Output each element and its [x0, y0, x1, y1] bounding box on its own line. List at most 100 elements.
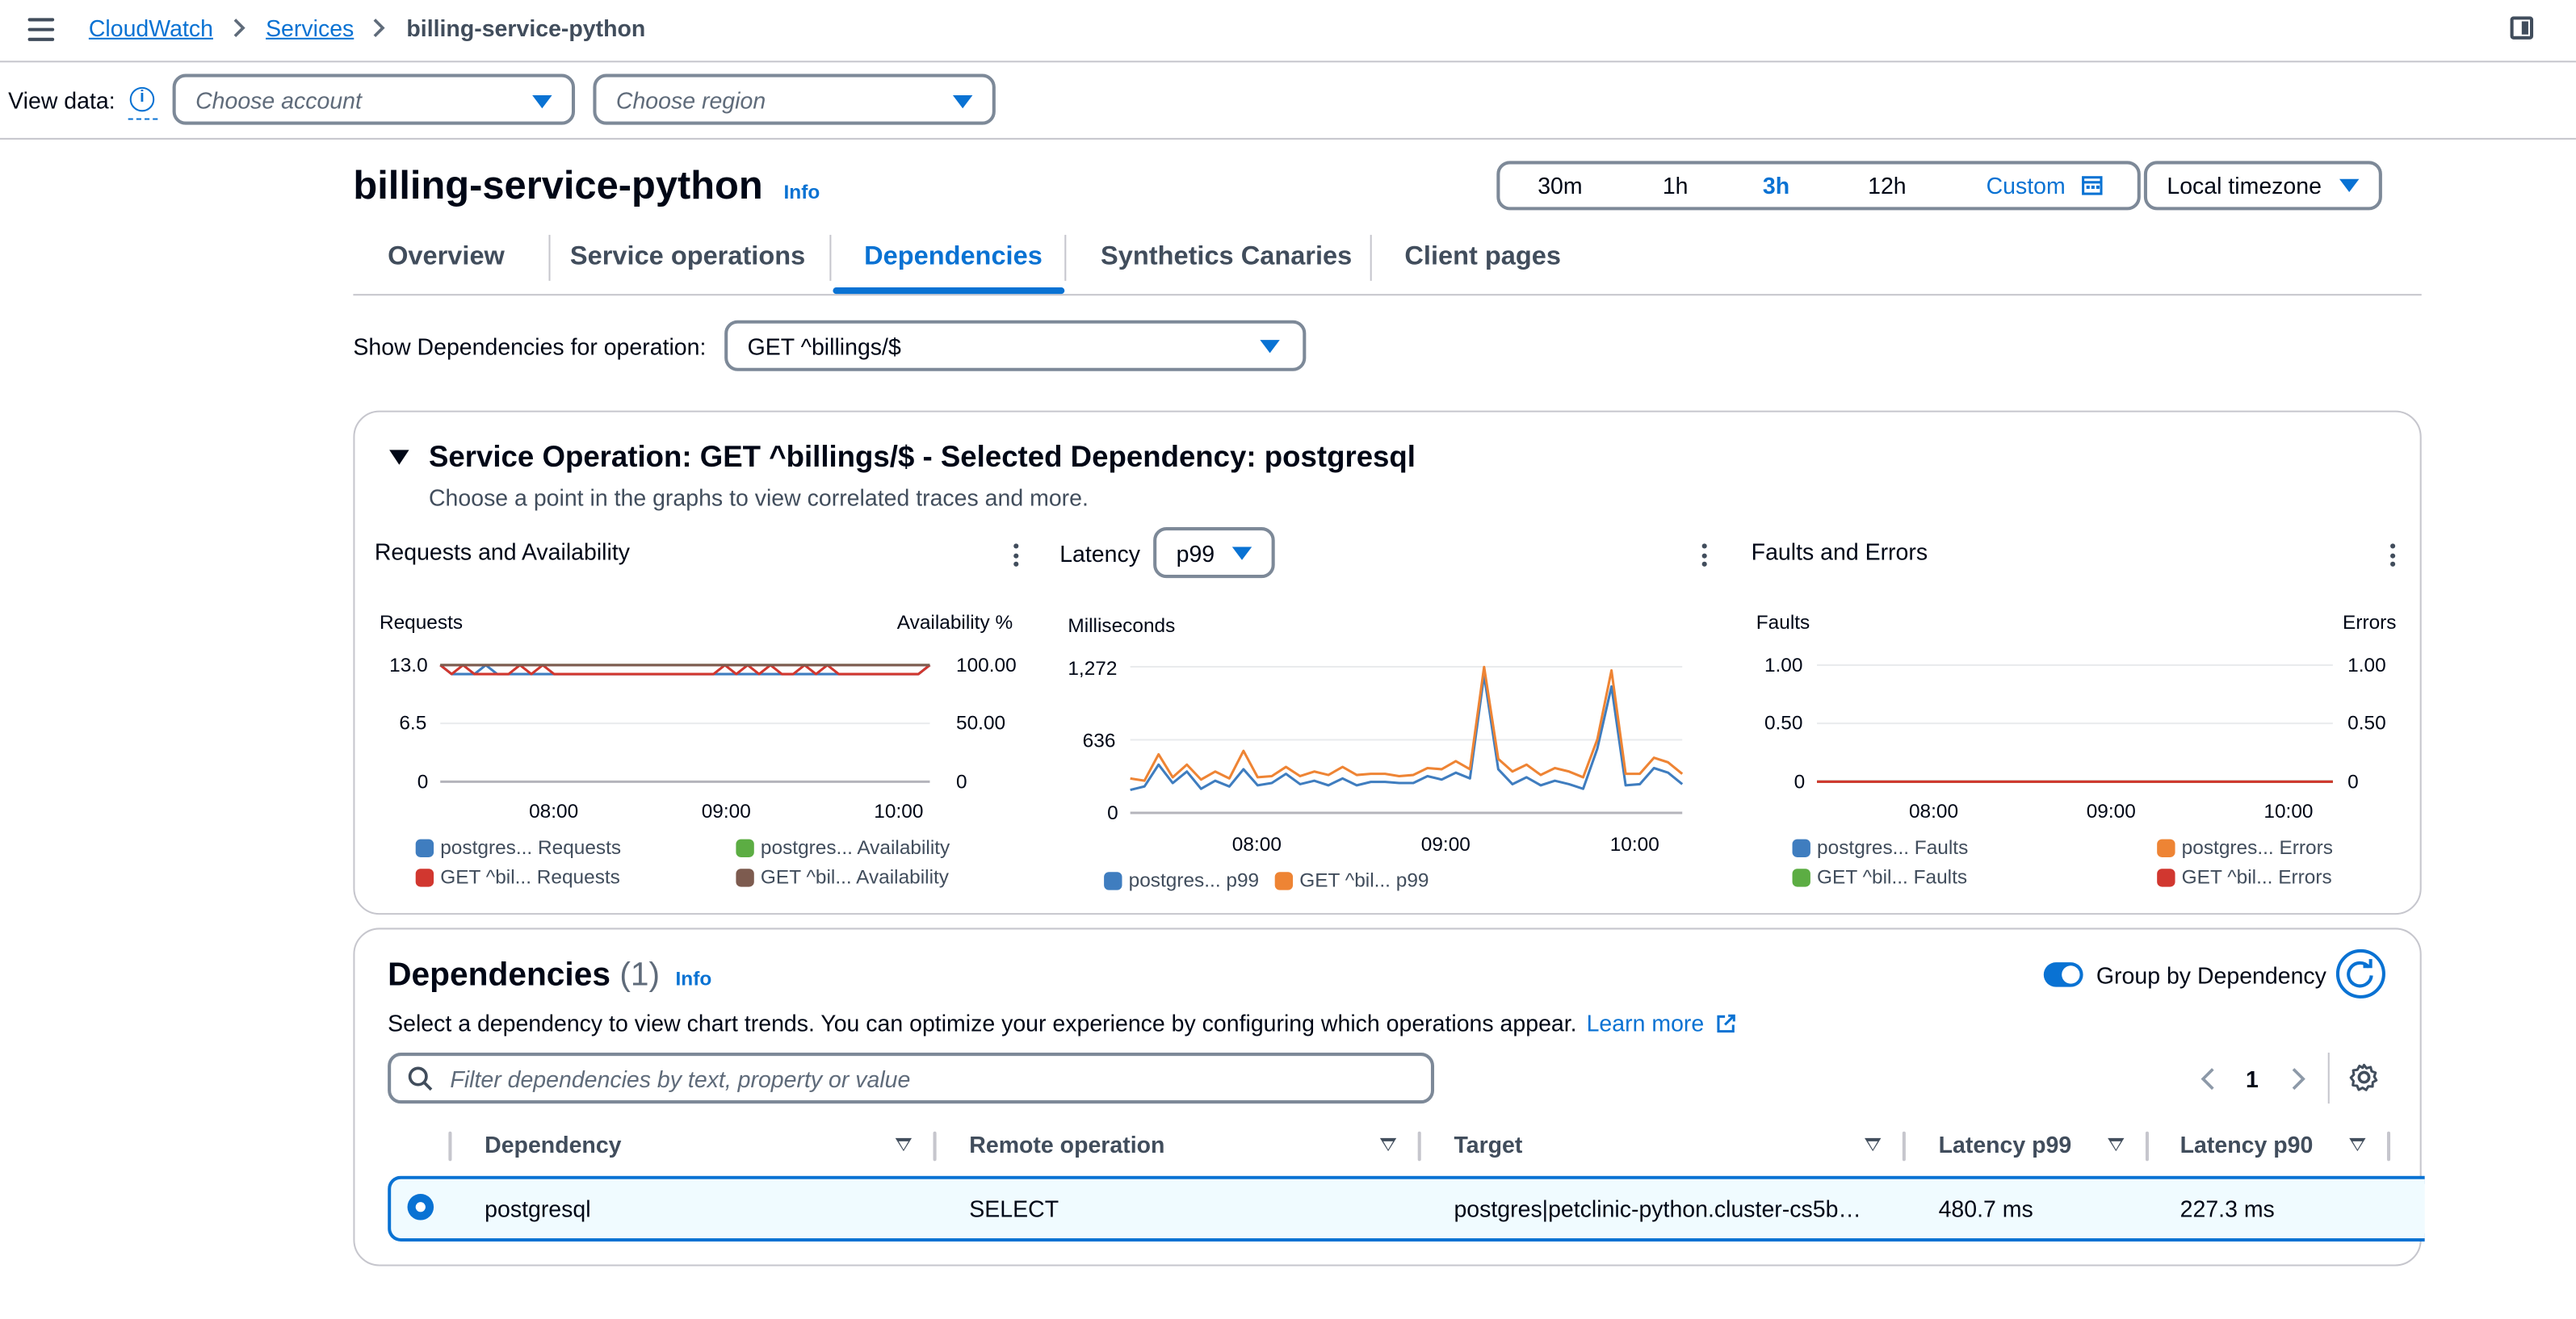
tab-divider: [548, 234, 551, 281]
y-tick: 0: [1107, 801, 1118, 825]
breadcrumb-services[interactable]: Services: [266, 15, 354, 41]
tab-service-operations[interactable]: Service operations: [570, 243, 805, 273]
breadcrumb: CloudWatch Services billing-service-pyth…: [89, 15, 645, 41]
previous-page-icon[interactable]: [2200, 1067, 2216, 1091]
column-divider[interactable]: [2386, 1131, 2391, 1162]
faults-chart-menu-icon[interactable]: [2390, 543, 2397, 567]
operation-select-value: GET ^billings/$: [747, 333, 901, 360]
x-tick: 08:00: [1231, 832, 1282, 856]
tab-overview[interactable]: Overview: [388, 243, 505, 273]
latency-chart-title: Latency: [1059, 540, 1140, 567]
legend-item[interactable]: GET ^bil... p99: [1274, 869, 1429, 892]
tab-client-pages[interactable]: Client pages: [1404, 243, 1561, 273]
info-underline: [128, 118, 158, 120]
settings-gear-icon[interactable]: [2349, 1062, 2379, 1092]
group-by-dependency-toggle[interactable]: [2043, 962, 2083, 987]
column-header-dependency[interactable]: Dependency: [485, 1132, 621, 1158]
column-divider[interactable]: [1417, 1131, 1421, 1162]
dependencies-count: (1): [619, 957, 661, 994]
column-divider[interactable]: [933, 1131, 937, 1162]
cell-latency-p90: 227.3 ms: [2180, 1195, 2275, 1222]
refresh-button[interactable]: [2335, 948, 2385, 999]
timezone-select[interactable]: Local timezone: [2143, 161, 2382, 211]
sort-icon[interactable]: [2108, 1137, 2125, 1152]
y-tick: 13.0: [389, 653, 428, 677]
column-divider[interactable]: [2145, 1131, 2149, 1162]
latency-stat-select[interactable]: p99: [1153, 527, 1275, 579]
range-3h[interactable]: 3h: [1763, 173, 1789, 199]
filter-dependencies-input[interactable]: [447, 1064, 1407, 1094]
sort-icon[interactable]: [1379, 1137, 1397, 1152]
caret-down-icon: [1231, 546, 1252, 560]
cell-latency-p99: 480.7 ms: [1938, 1195, 2033, 1222]
info-link[interactable]: Info: [784, 181, 820, 203]
column-header-remote-operation[interactable]: Remote operation: [969, 1132, 1164, 1158]
legend-item[interactable]: postgres... p99: [1104, 869, 1259, 892]
latency-chart-menu-icon[interactable]: [1701, 543, 1709, 567]
legend-item[interactable]: GET ^bil... Errors: [2157, 865, 2332, 889]
chevron-right-icon: [374, 18, 387, 38]
side-panel-icon[interactable]: [2510, 16, 2534, 40]
tab-divider: [829, 234, 832, 281]
region-select[interactable]: Choose region: [593, 73, 996, 125]
filter-dependencies[interactable]: [388, 1053, 1435, 1104]
column-header-latency-p99[interactable]: Latency p99: [1939, 1132, 2072, 1158]
y-tick: 0: [1794, 770, 1806, 793]
range-12h[interactable]: 12h: [1868, 173, 1907, 199]
account-select[interactable]: Choose account: [172, 73, 576, 125]
tab-synthetics-canaries[interactable]: Synthetics Canaries: [1101, 243, 1352, 273]
next-page-icon[interactable]: [2290, 1067, 2306, 1091]
learn-more-link[interactable]: Learn more: [1587, 1010, 1737, 1036]
range-1h[interactable]: 1h: [1663, 173, 1689, 199]
region-select-placeholder: Choose region: [615, 86, 766, 114]
current-page[interactable]: 1: [2246, 1066, 2259, 1092]
requests-chart-menu-icon[interactable]: [1013, 543, 1020, 567]
legend-item[interactable]: postgres... Errors: [2157, 836, 2333, 859]
search-icon: [408, 1066, 433, 1091]
external-link-icon: [1717, 1014, 1736, 1033]
chevron-right-icon: [233, 18, 245, 38]
page-title-text: billing-service-python: [353, 164, 763, 209]
view-data-bar: View data: i Choose account Choose regio…: [0, 62, 2576, 140]
latency-chart[interactable]: [1130, 665, 1684, 814]
column-header-latency-p90[interactable]: Latency p90: [2180, 1132, 2314, 1158]
menu-icon[interactable]: [27, 18, 55, 41]
tab-dependencies[interactable]: Dependencies: [864, 243, 1043, 273]
operation-select[interactable]: GET ^billings/$: [724, 320, 1307, 371]
faults-errors-chart[interactable]: [1817, 664, 2333, 783]
sort-icon[interactable]: [2349, 1137, 2366, 1152]
legend-item[interactable]: postgres... Faults: [1792, 836, 1968, 859]
errors-axis-label: Errors: [2343, 610, 2397, 634]
series-line[interactable]: [439, 664, 931, 676]
table-row[interactable]: [388, 1175, 2425, 1242]
legend-item[interactable]: GET ^bil... Faults: [1792, 865, 1967, 889]
latency-stat-value: p99: [1176, 540, 1215, 567]
column-header-target[interactable]: Target: [1454, 1132, 1522, 1158]
column-divider[interactable]: [1902, 1131, 1906, 1162]
requests-availability-chart[interactable]: [439, 664, 931, 783]
range-custom[interactable]: Custom: [1987, 173, 2104, 199]
legend-item[interactable]: postgres... Availability: [736, 836, 950, 859]
service-operation-title: Service Operation: GET ^billings/$ - Sel…: [428, 440, 1416, 473]
x-tick: 10:00: [1609, 832, 1659, 856]
legend-item[interactable]: GET ^bil... Availability: [736, 865, 949, 889]
y-tick: 0: [417, 770, 429, 793]
row-select-radio[interactable]: [407, 1194, 434, 1221]
tab-divider: [1370, 234, 1372, 281]
y-tick: 1.00: [1764, 653, 1803, 677]
expand-caret-icon[interactable]: [389, 450, 409, 465]
info-icon[interactable]: i: [129, 86, 155, 112]
y2-tick: 100.00: [956, 653, 1017, 677]
sort-icon[interactable]: [895, 1137, 913, 1152]
dependencies-description: Select a dependency to view chart trends…: [388, 1010, 1737, 1036]
service-operation-description: Choose a point in the graphs to view cor…: [428, 484, 1089, 511]
series-line[interactable]: [1130, 665, 1684, 782]
range-30m[interactable]: 30m: [1538, 173, 1582, 199]
info-link[interactable]: Info: [676, 967, 712, 990]
x-tick: 09:00: [701, 799, 751, 823]
legend-item[interactable]: GET ^bil... Requests: [415, 865, 620, 889]
breadcrumb-cloudwatch[interactable]: CloudWatch: [89, 15, 213, 41]
requests-axis-label: Requests: [379, 610, 464, 634]
sort-icon[interactable]: [1865, 1137, 1882, 1152]
legend-item[interactable]: postgres... Requests: [415, 836, 621, 859]
